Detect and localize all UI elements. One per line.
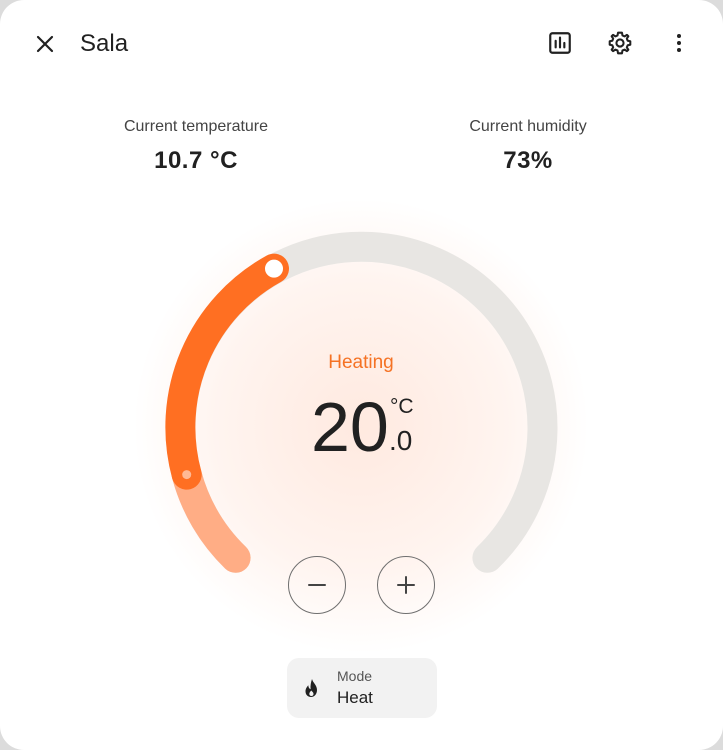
increase-temperature-button[interactable] <box>377 556 435 614</box>
mode-value: Heat <box>337 688 373 707</box>
mode-label: Mode <box>337 668 373 684</box>
fire-icon <box>305 679 317 697</box>
current-temp-marker <box>182 470 192 480</box>
thermostat-dialog: Sala Current temperature 10.7 °C Current… <box>0 0 723 750</box>
target-temperature-integer: 20 <box>311 388 389 466</box>
hvac-action-label: Heating <box>328 352 394 373</box>
plus-icon <box>397 576 415 594</box>
temperature-unit: °C <box>390 395 414 418</box>
mode-selector[interactable]: Mode Heat <box>287 658 437 718</box>
thermostat-dial <box>165 231 558 573</box>
target-temp-handle[interactable] <box>261 255 287 282</box>
decrease-temperature-button[interactable] <box>288 556 346 614</box>
target-temp-arc <box>165 253 289 490</box>
target-temperature-decimal: .0 <box>389 425 413 456</box>
minus-icon <box>308 584 326 586</box>
